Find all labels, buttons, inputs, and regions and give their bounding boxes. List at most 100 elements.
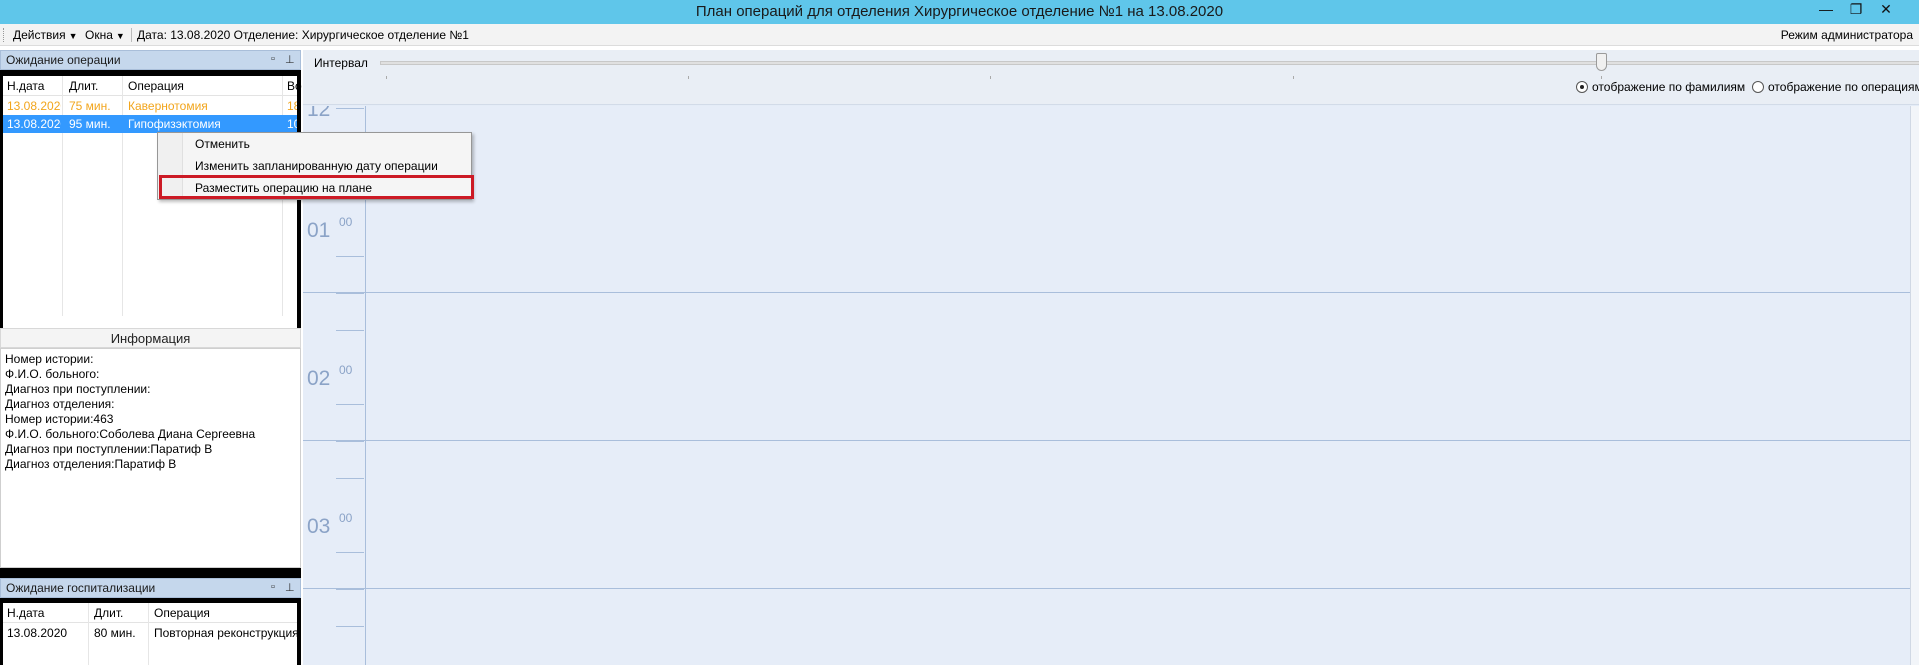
waiting-operation-header: Ожидание операции ▫ ⊥ — [0, 50, 301, 70]
slider-tick — [1293, 76, 1294, 79]
restore-button[interactable]: ❐ — [1843, 2, 1869, 18]
pin-icon[interactable]: ⊥ — [285, 581, 295, 594]
table-row[interactable]: 13.08.2020 75 мин. Кавернотомия 18 — [3, 97, 297, 115]
information-header: Информация — [0, 328, 301, 348]
waiting-hospitalization-title: Ожидание госпитализации — [6, 581, 156, 595]
cell-date: 13.08.2020 — [7, 626, 68, 640]
waiting-operation-title: Ожидание операции — [6, 53, 121, 67]
slider-tick — [386, 76, 387, 79]
radio-unchecked-icon — [1752, 81, 1764, 93]
quarter-tick — [336, 330, 364, 331]
quarter-tick — [336, 404, 364, 405]
vertical-scrollbar[interactable] — [1910, 106, 1919, 665]
schedule-grid[interactable]: 12 01 00 02 00 03 00 — [303, 106, 1919, 665]
restore-icon[interactable]: ▫ — [271, 53, 275, 65]
cell-operation: Гипофизэктомия — [128, 117, 221, 131]
chevron-down-icon: ▼ — [115, 31, 125, 41]
highlight-box — [159, 175, 474, 199]
minute-label: 00 — [339, 215, 353, 229]
menu-separator — [131, 28, 132, 42]
col-extra[interactable]: Во — [287, 79, 302, 93]
table-row-selected[interactable]: 13.08.2020 95 мин. Гипофизэктомия 10 — [3, 115, 297, 133]
cell-date: 13.08.2020 — [7, 117, 61, 131]
info-line: Диагноз отделения:Паратиф В — [5, 457, 177, 471]
quarter-tick — [336, 108, 364, 109]
minute-label: 00 — [339, 511, 353, 525]
menu-windows-label: Окна — [85, 28, 113, 42]
window-title: План операций для отделения Хирургическо… — [695, 3, 1224, 20]
waiting-hospitalization-table: Н.дата Длит. Операция 13.08.2020 80 мин.… — [3, 603, 297, 665]
close-button[interactable]: ✕ — [1873, 2, 1899, 18]
hour-label: 01 — [307, 219, 331, 242]
menu-bar: Действия ▼ Окна ▼ Дата: 13.08.2020 Отделен… — [0, 24, 1919, 46]
slider-tick — [688, 76, 689, 79]
cell-duration: 75 мин. — [69, 99, 111, 113]
interval-label: Интервал — [314, 56, 368, 70]
hour-label: 12 — [307, 106, 331, 121]
table-header: Н.дата Длит. Операция Во — [3, 76, 302, 96]
plan-toolbar: Интервал отображение по фамилиям отображ… — [303, 50, 1919, 105]
hour-line — [303, 588, 1919, 589]
radio-by-operations[interactable]: отображение по операциям — [1752, 80, 1919, 94]
info-line: Ф.И.О. больного:Соболева Диана Сергеевна — [5, 427, 256, 441]
cell-duration: 80 мин. — [94, 626, 136, 640]
hour-label: 02 — [307, 367, 331, 390]
menu-windows[interactable]: Окна ▼ — [85, 28, 125, 42]
info-line: Номер истории:463 — [5, 412, 114, 426]
cell-extra: 18 — [287, 99, 297, 113]
hour-line — [303, 292, 1919, 293]
toolbar-grip — [3, 28, 7, 42]
cell-extra: 10 — [287, 117, 297, 131]
quarter-tick — [336, 589, 364, 590]
quarter-tick — [336, 552, 364, 553]
operation-plan-area: Интервал отображение по фамилиям отображ… — [303, 50, 1919, 665]
cell-operation: Повторная реконструкция — [154, 626, 297, 640]
interval-slider-track[interactable] — [380, 61, 1919, 65]
radio-checked-icon — [1576, 81, 1588, 93]
restore-icon[interactable]: ▫ — [271, 581, 275, 593]
cell-duration: 95 мин. — [69, 117, 111, 131]
info-line: Диагноз при поступлении: — [5, 382, 151, 396]
menu-actions-label: Действия — [13, 28, 66, 42]
pin-icon[interactable]: ⊥ — [285, 53, 295, 66]
col-operation[interactable]: Операция — [154, 606, 210, 620]
admin-mode-label: Режим администратора — [1780, 28, 1913, 42]
info-line: Диагноз отделения: — [5, 397, 115, 411]
col-operation[interactable]: Операция — [128, 79, 184, 93]
col-duration[interactable]: Длит. — [69, 79, 98, 93]
table-header: Н.дата Длит. Операция — [3, 603, 297, 623]
hour-line — [303, 440, 1919, 441]
slider-tick — [1601, 76, 1602, 79]
col-date[interactable]: Н.дата — [7, 606, 44, 620]
information-body: Номер истории: Ф.И.О. больного: Диагноз … — [0, 348, 301, 568]
quarter-tick — [336, 441, 364, 442]
chevron-down-icon: ▼ — [68, 31, 78, 41]
quarter-tick — [336, 293, 364, 294]
menu-item-cancel[interactable]: Отменить — [195, 137, 250, 151]
hour-label: 03 — [307, 515, 331, 538]
col-date[interactable]: Н.дата — [7, 79, 44, 93]
cell-operation: Кавернотомия — [128, 99, 208, 113]
waiting-hospitalization-header: Ожидание госпитализации ▫ ⊥ — [0, 578, 301, 598]
radio-by-operations-label: отображение по операциям — [1768, 80, 1919, 94]
cell-date: 13.08.2020 — [7, 99, 61, 113]
info-line: Номер истории: — [5, 352, 94, 366]
minimize-button[interactable]: — — [1813, 2, 1839, 18]
quarter-tick — [336, 478, 364, 479]
date-department-info: Дата: 13.08.2020 Отделение: Хирургическо… — [137, 28, 469, 42]
info-line: Ф.И.О. больного: — [5, 367, 100, 381]
info-line: Диагноз при поступлении:Паратиф В — [5, 442, 213, 456]
quarter-tick — [336, 626, 364, 627]
col-duration[interactable]: Длит. — [94, 606, 123, 620]
radio-by-surnames-label: отображение по фамилиям — [1592, 80, 1746, 94]
menu-item-change-date[interactable]: Изменить запланированную дату операции — [195, 159, 438, 173]
title-bar: План операций для отделения Хирургическо… — [0, 0, 1919, 24]
slider-tick — [990, 76, 991, 79]
waiting-operation-table: Н.дата Длит. Операция Во 13.08.2020 75 м… — [3, 76, 302, 367]
interval-slider-thumb[interactable] — [1596, 53, 1607, 71]
menu-actions[interactable]: Действия ▼ — [13, 28, 78, 42]
table-row[interactable]: 13.08.2020 80 мин. Повторная реконструкц… — [3, 624, 297, 642]
radio-by-surnames[interactable]: отображение по фамилиям — [1576, 80, 1745, 94]
minute-label: 00 — [339, 363, 353, 377]
